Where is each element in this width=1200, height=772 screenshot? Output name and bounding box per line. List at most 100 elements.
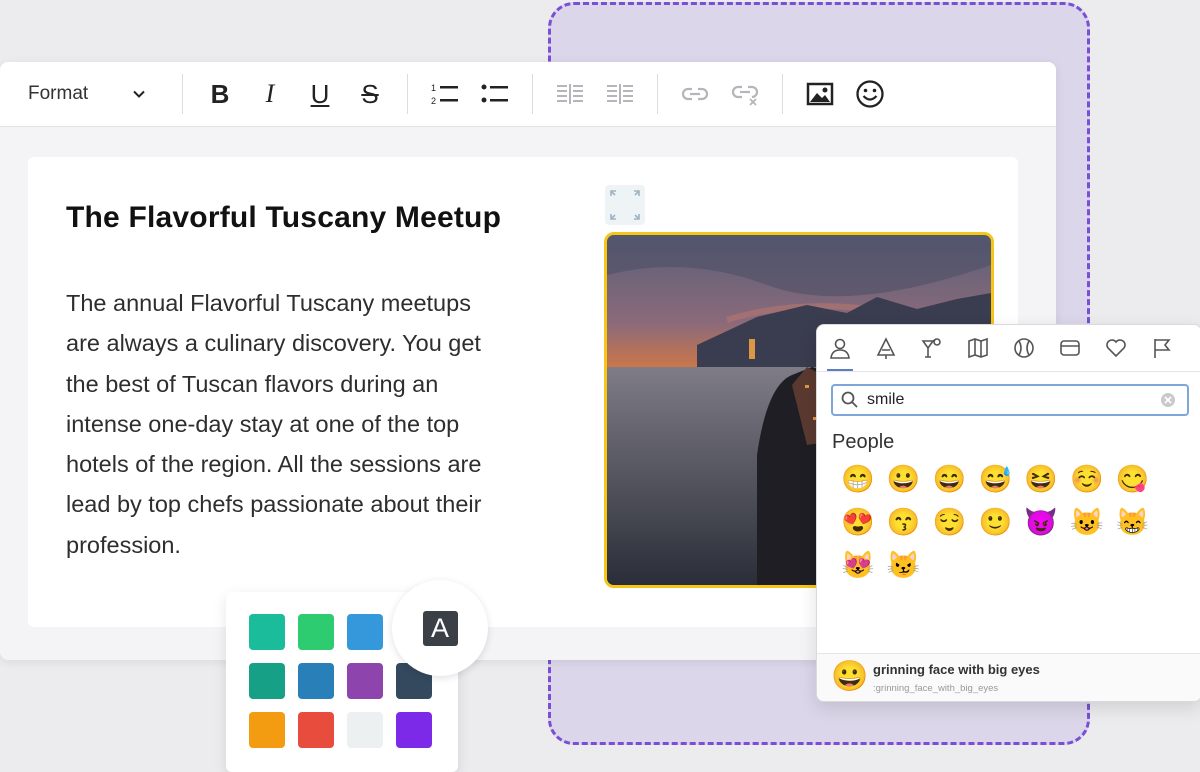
color-swatch[interactable] bbox=[396, 712, 432, 748]
paragraph-line: lead by top chefs passionate about their bbox=[66, 491, 482, 518]
emoji-preview-footer: 😀 grinning face with big eyes :grinning_… bbox=[817, 653, 1200, 701]
tab-food[interactable] bbox=[909, 325, 955, 371]
bullet-list-icon bbox=[481, 84, 508, 103]
emoji-item[interactable]: 😺 bbox=[1064, 501, 1110, 544]
svg-text:1: 1 bbox=[431, 83, 436, 93]
paragraph-line: the best of Tuscan flavors during an bbox=[66, 370, 439, 397]
emoji-item[interactable]: 😅 bbox=[972, 458, 1018, 501]
emoji-item[interactable]: 😸 bbox=[1110, 501, 1156, 544]
numbered-list-icon: 12 bbox=[431, 83, 458, 106]
color-swatch[interactable] bbox=[249, 663, 285, 699]
toolbar-divider bbox=[532, 74, 533, 114]
emoji-item[interactable]: 😻 bbox=[835, 544, 881, 587]
underline-label: U bbox=[310, 78, 330, 109]
chevron-down-icon bbox=[133, 90, 145, 98]
tree-icon bbox=[876, 337, 896, 359]
indent-button[interactable] bbox=[595, 72, 645, 116]
tab-nature[interactable] bbox=[863, 325, 909, 371]
bold-button[interactable]: B bbox=[195, 72, 245, 116]
tab-objects[interactable] bbox=[1047, 325, 1093, 371]
align-right-icon bbox=[607, 84, 633, 104]
paragraph-line: The annual Flavorful Tuscany meetups bbox=[66, 290, 471, 316]
svg-text:2: 2 bbox=[431, 96, 436, 106]
color-swatch[interactable] bbox=[347, 712, 383, 748]
emoji-item[interactable]: 😀 bbox=[881, 458, 927, 501]
strikethrough-label: S bbox=[361, 78, 379, 109]
color-swatch[interactable] bbox=[249, 712, 285, 748]
flag-icon bbox=[1154, 339, 1171, 358]
underline-button[interactable]: U bbox=[295, 72, 345, 116]
card-icon bbox=[1060, 340, 1080, 356]
color-swatch[interactable] bbox=[347, 663, 383, 699]
document-paragraph: The annual Flavorful Tuscany meetups are… bbox=[66, 283, 566, 565]
toolbar-divider bbox=[782, 74, 783, 114]
insert-link-button[interactable] bbox=[670, 72, 720, 116]
preview-emoji-name: grinning face with big eyes bbox=[873, 662, 1040, 677]
outdent-button[interactable] bbox=[545, 72, 595, 116]
bold-label: B bbox=[210, 78, 230, 109]
emoji-item[interactable]: 🙂 bbox=[972, 501, 1018, 544]
emoji-grid: 😁 😀 😄 😅 😆 ☺️ 😋 😍 😙 😌 🙂 😈 😺 😸 😻 😼 bbox=[835, 458, 1185, 587]
color-swatch[interactable] bbox=[347, 614, 383, 650]
format-dropdown-label: Format bbox=[28, 83, 89, 104]
paragraph-line: hotels of the region. All the sessions a… bbox=[66, 451, 482, 478]
toolbar-divider bbox=[657, 74, 658, 114]
emoji-item[interactable]: 😙 bbox=[881, 501, 927, 544]
emoji-item[interactable]: 😋 bbox=[1110, 458, 1156, 501]
emoji-item[interactable]: 😈 bbox=[1018, 501, 1064, 544]
preview-emoji-shortcode: :grinning_face_with_big_eyes bbox=[873, 683, 999, 694]
paragraph-line: profession. bbox=[66, 531, 181, 558]
heart-icon bbox=[1106, 339, 1126, 358]
bullet-list-button[interactable] bbox=[470, 72, 520, 116]
font-color-icon: A bbox=[422, 610, 458, 646]
map-icon bbox=[968, 337, 988, 359]
color-swatch[interactable] bbox=[298, 614, 334, 650]
emoji-category-heading: People bbox=[832, 431, 895, 453]
tab-people[interactable] bbox=[817, 325, 863, 371]
color-swatch[interactable] bbox=[298, 712, 334, 748]
format-dropdown[interactable]: Format bbox=[0, 62, 170, 126]
image-icon bbox=[806, 82, 834, 106]
image-resize-handle[interactable] bbox=[605, 185, 645, 225]
toolbar-divider bbox=[182, 74, 183, 114]
emoji-item[interactable]: 😆 bbox=[1018, 458, 1064, 501]
ball-icon bbox=[1014, 338, 1034, 358]
emoji-item[interactable]: ☺️ bbox=[1064, 458, 1110, 501]
paragraph-line: intense one-day stay at one of the top bbox=[66, 410, 460, 437]
unlink-icon bbox=[731, 85, 759, 106]
italic-label: I bbox=[265, 79, 275, 108]
paragraph-line: are always a culinary discovery. You get bbox=[66, 330, 481, 357]
italic-button[interactable]: I bbox=[245, 72, 295, 116]
person-icon bbox=[830, 338, 850, 359]
expand-icon bbox=[610, 190, 640, 220]
align-left-icon bbox=[557, 84, 583, 104]
toolbar-divider bbox=[407, 74, 408, 114]
color-swatch[interactable] bbox=[249, 614, 285, 650]
numbered-list-button[interactable]: 12 bbox=[420, 72, 470, 116]
insert-emoji-button[interactable] bbox=[845, 72, 895, 116]
strikethrough-button[interactable]: S bbox=[345, 72, 395, 116]
remove-link-button[interactable] bbox=[720, 72, 770, 116]
tab-activity[interactable] bbox=[1001, 325, 1047, 371]
emoji-search-input[interactable] bbox=[861, 391, 1159, 409]
emoji-item[interactable]: 😼 bbox=[881, 544, 927, 587]
emoji-item[interactable]: 😁 bbox=[835, 458, 881, 501]
tab-symbols[interactable] bbox=[1093, 325, 1139, 371]
emoji-search-box bbox=[831, 384, 1189, 416]
emoji-item[interactable]: 😍 bbox=[835, 501, 881, 544]
tab-flags[interactable] bbox=[1139, 325, 1185, 371]
insert-image-button[interactable] bbox=[795, 72, 845, 116]
font-color-button[interactable]: A bbox=[392, 580, 488, 676]
cocktail-icon bbox=[921, 338, 941, 358]
emoji-item[interactable]: 😌 bbox=[927, 501, 973, 544]
editor-toolbar: Format B I U S 12 bbox=[0, 62, 1056, 127]
emoji-category-tabs bbox=[817, 325, 1200, 372]
emoji-picker: People 😁 😀 😄 😅 😆 ☺️ 😋 😍 😙 😌 🙂 😈 😺 😸 😻 😼 … bbox=[816, 324, 1200, 702]
color-swatch[interactable] bbox=[298, 663, 334, 699]
preview-emoji: 😀 bbox=[831, 660, 869, 693]
document-title: The Flavorful Tuscany Meetup bbox=[66, 201, 502, 234]
smiley-icon bbox=[856, 80, 884, 108]
emoji-item[interactable]: 😄 bbox=[927, 458, 973, 501]
tab-travel[interactable] bbox=[955, 325, 1001, 371]
clear-search-icon[interactable] bbox=[1159, 391, 1177, 409]
